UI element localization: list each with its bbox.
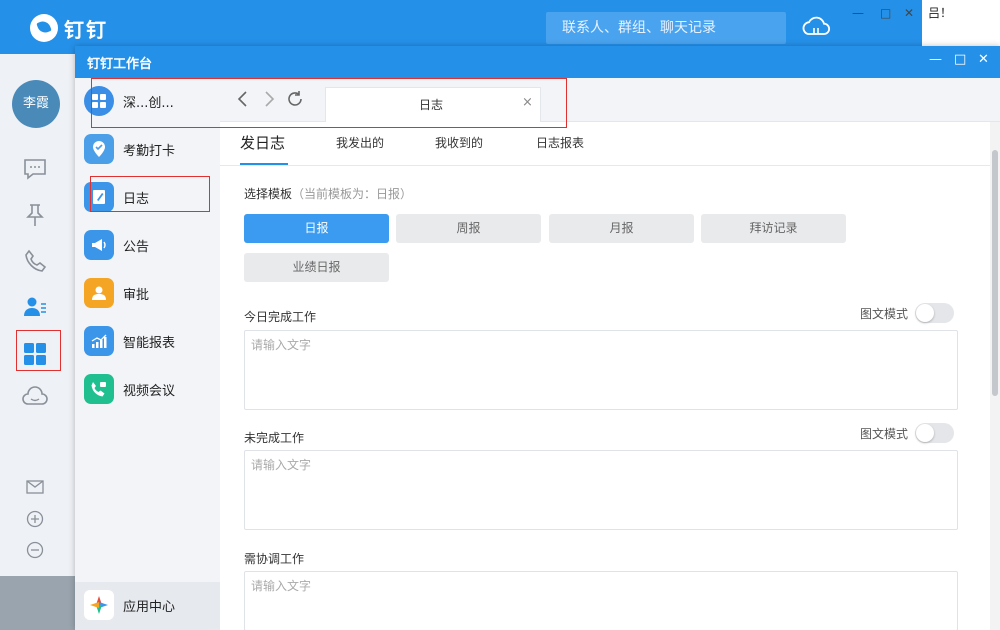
close-icon[interactable]: ✕ — [904, 6, 914, 20]
location-check-icon — [84, 134, 114, 164]
template-label: 选择模板（当前模板为：日报） — [244, 187, 413, 201]
maximize-icon[interactable]: □ — [880, 6, 891, 20]
template-performance-button[interactable]: 业绩日报 — [244, 253, 389, 282]
section-title: 未完成工作 — [244, 431, 305, 445]
mode-label: 图文模式 — [860, 427, 909, 441]
app-list: 深...创... 考勤打卡 日志 公告 审批 智能报表 视频会议 应用中心 — [75, 78, 220, 630]
app-label: 视频会议 — [123, 384, 176, 399]
maximize-icon[interactable]: □ — [954, 52, 966, 67]
tab-write-journal[interactable]: 发日志 — [240, 132, 285, 153]
app-label: 审批 — [123, 288, 150, 303]
scrollbar-thumb[interactable] — [992, 150, 998, 396]
app-item-video-meeting[interactable]: 视频会议 — [75, 366, 220, 414]
desktop-background-bottom — [0, 576, 76, 630]
app-item-smart-report[interactable]: 智能报表 — [75, 318, 220, 366]
mail-icon[interactable] — [26, 478, 46, 498]
template-hint: （当前模板为：日报） — [292, 187, 413, 201]
today-done-input[interactable]: 请输入文字 — [244, 330, 958, 410]
contacts-icon[interactable] — [20, 292, 50, 322]
workbench-title: 钉钉工作台 — [87, 57, 153, 72]
section-title: 需协调工作 — [244, 552, 305, 566]
avatar[interactable]: 李霞 — [12, 80, 60, 128]
chat-icon[interactable] — [20, 154, 50, 184]
annotation-highlight-box — [90, 176, 210, 212]
unfinished-input[interactable]: 请输入文字 — [244, 450, 958, 530]
add-circle-icon[interactable] — [26, 510, 46, 530]
annotation-highlight-box — [16, 330, 61, 371]
active-tab-underline — [240, 163, 288, 165]
workbench-window: 钉钉工作台 — □ ✕ 深...创... 考勤打卡 日志 公告 审批 智能报表 … — [75, 46, 1000, 630]
cloud-drive-icon[interactable] — [20, 382, 50, 412]
journal-content: 日志 × 发日志 我发出的 我收到的 日志报表 选择模板（当前模板为：日报） 日… — [220, 78, 1000, 630]
tab-sent[interactable]: 我发出的 — [336, 134, 384, 151]
coordination-input[interactable]: 请输入文字 — [244, 571, 958, 630]
app-label: 公告 — [123, 240, 150, 255]
template-monthly-button[interactable]: 月报 — [549, 214, 694, 243]
image-text-mode-toggle[interactable] — [915, 423, 954, 443]
workbench-titlebar: 钉钉工作台 — □ ✕ — [75, 46, 1000, 78]
section-title: 今日完成工作 — [244, 310, 317, 324]
annotation-highlight-box — [91, 78, 567, 128]
pin-icon[interactable] — [20, 200, 50, 230]
tab-received[interactable]: 我收到的 — [435, 134, 483, 151]
person-badge-icon — [84, 278, 114, 308]
app-item-announcement[interactable]: 公告 — [75, 222, 220, 270]
workbench-window-controls: — □ ✕ — [925, 52, 995, 72]
journal-form: 选择模板（当前模板为：日报） 日报 周报 月报 拜访记录 业绩日报 今日完成工作… — [220, 167, 990, 630]
main-window-controls: — □ ✕ — [852, 6, 932, 26]
cloud-sync-icon[interactable] — [800, 12, 832, 44]
app-name: 钉钉 — [64, 18, 108, 42]
scrollbar[interactable] — [990, 122, 1000, 630]
app-label: 考勤打卡 — [123, 144, 176, 159]
template-visit-button[interactable]: 拜访记录 — [701, 214, 846, 243]
tab-journal-report[interactable]: 日志报表 — [536, 134, 584, 151]
more-circle-icon[interactable] — [26, 541, 46, 561]
dingtalk-logo-icon — [30, 14, 58, 42]
megaphone-icon — [84, 230, 114, 260]
app-center-button[interactable]: 应用中心 — [75, 582, 220, 630]
close-icon[interactable]: ✕ — [978, 52, 989, 67]
mode-label: 图文模式 — [860, 307, 909, 321]
phone-icon[interactable] — [20, 246, 50, 276]
journal-sub-tabs: 发日志 我发出的 我收到的 日志报表 — [220, 122, 1000, 166]
image-text-mode-toggle[interactable] — [915, 303, 954, 323]
search-input[interactable]: 联系人、群组、聊天记录 — [546, 12, 786, 44]
template-weekly-button[interactable]: 周报 — [396, 214, 541, 243]
app-center-label: 应用中心 — [123, 600, 176, 615]
video-phone-icon — [84, 374, 114, 404]
app-item-attendance[interactable]: 考勤打卡 — [75, 126, 220, 174]
minimize-icon[interactable]: — — [929, 52, 942, 67]
template-daily-button[interactable]: 日报 — [244, 214, 389, 243]
minimize-icon[interactable]: — — [852, 6, 864, 20]
left-rail: 李霞 — [0, 54, 76, 576]
app-item-approval[interactable]: 审批 — [75, 270, 220, 318]
app-center-icon — [84, 590, 114, 620]
app-label: 智能报表 — [123, 336, 176, 351]
chart-up-icon — [84, 326, 114, 356]
